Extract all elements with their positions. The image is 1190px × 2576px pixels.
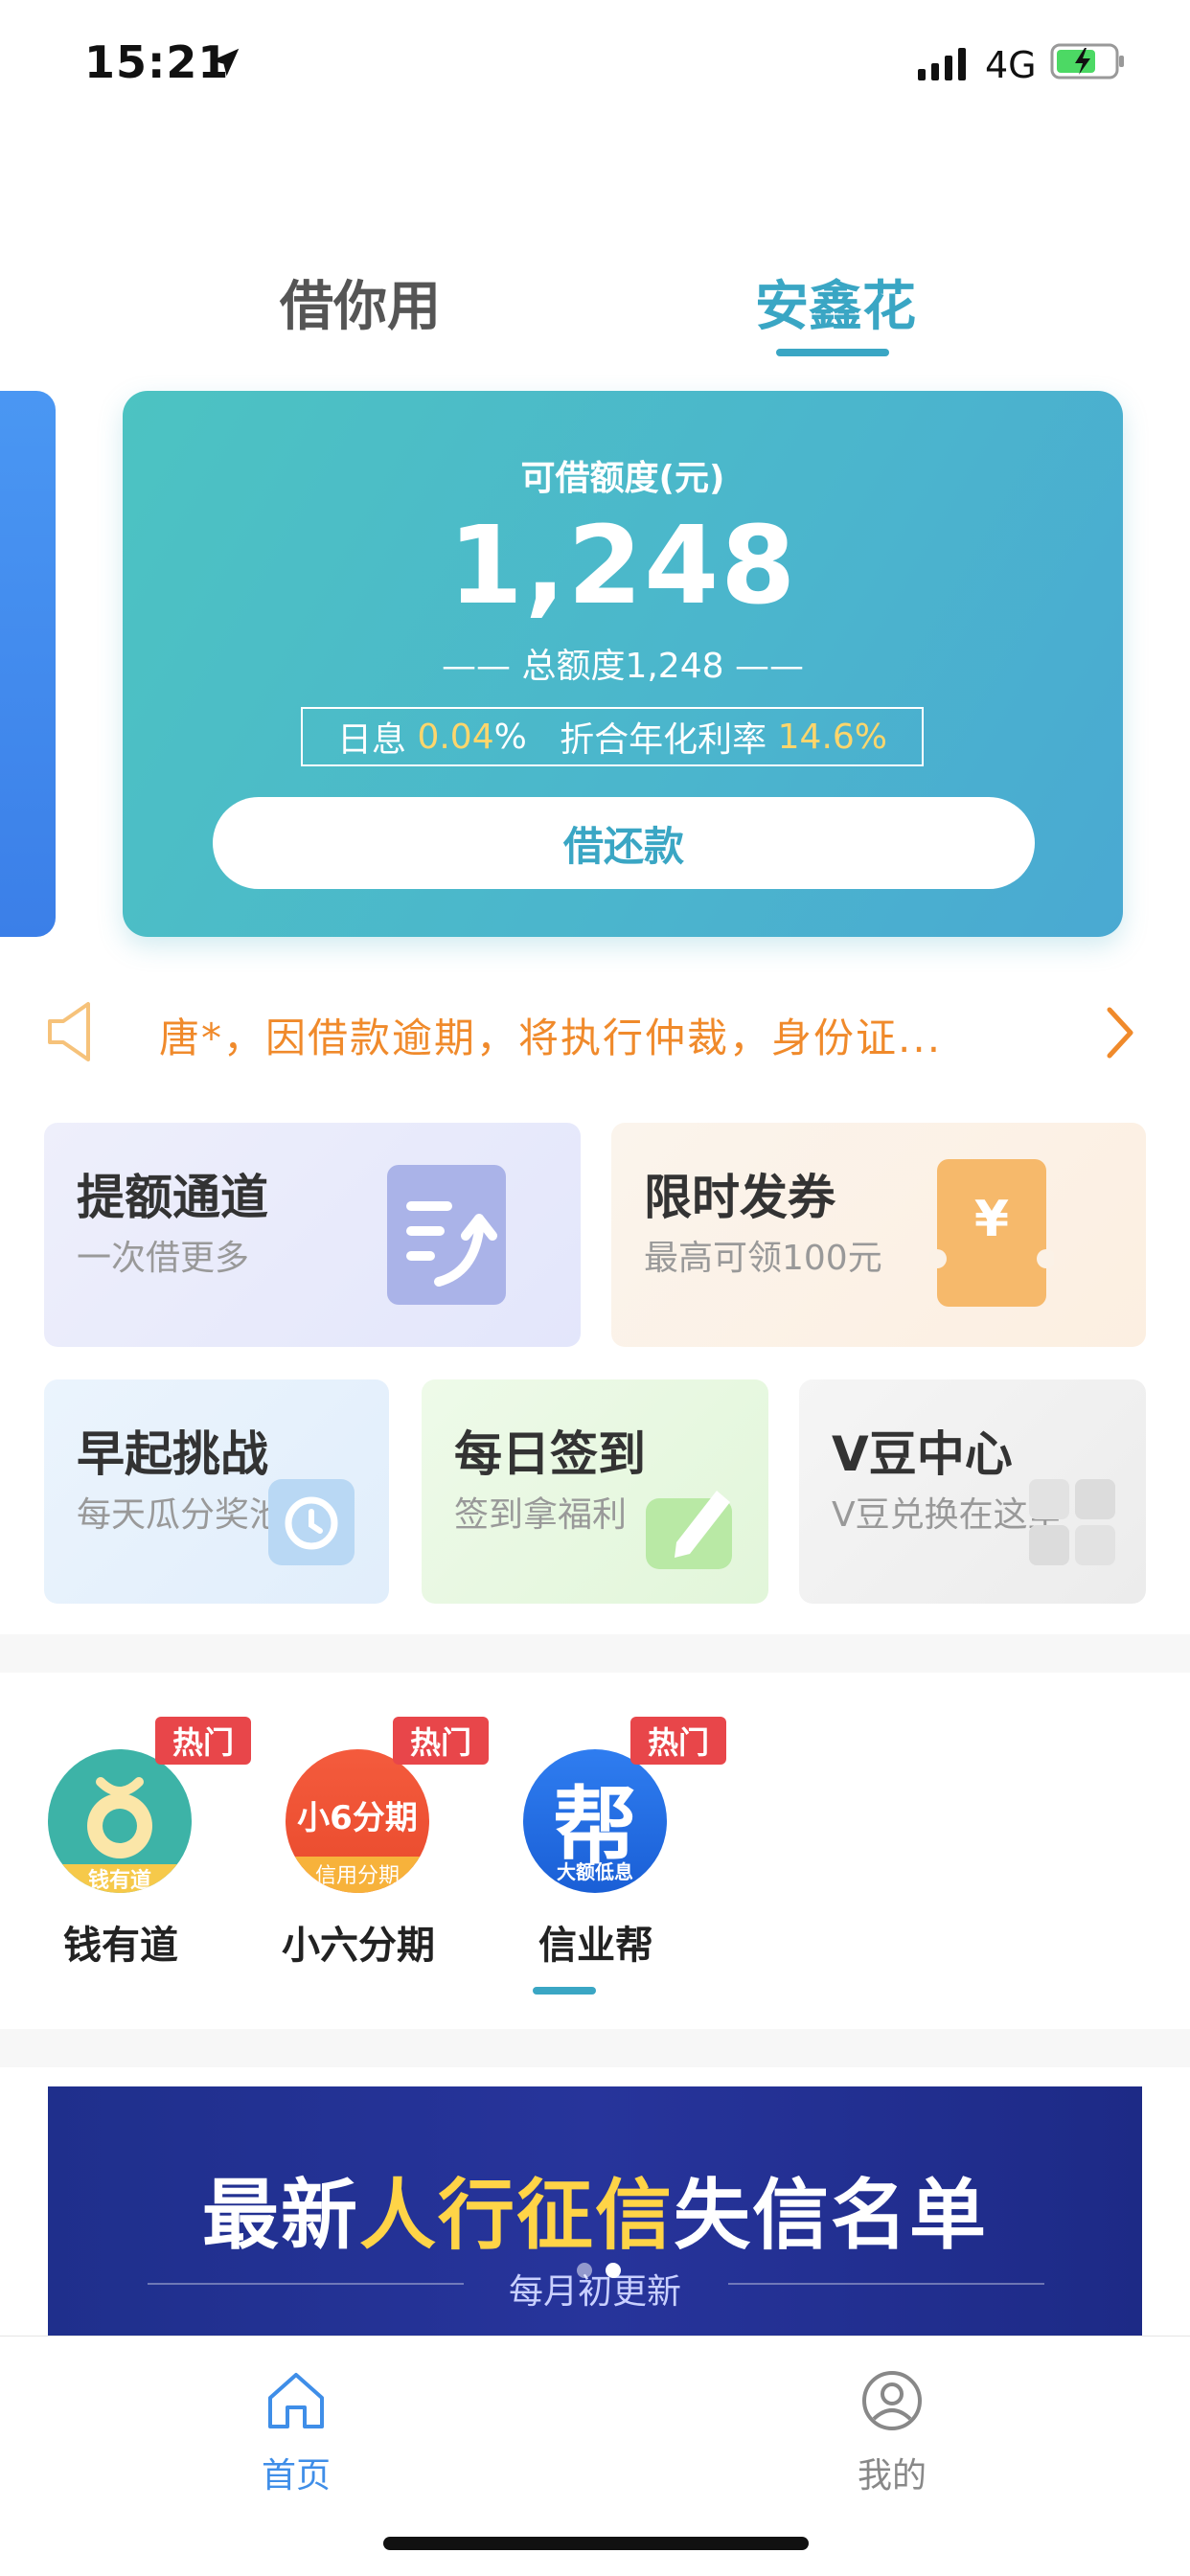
home-indicator[interactable] bbox=[383, 2537, 809, 2550]
tab-active-indicator bbox=[776, 349, 889, 356]
hot-badge: 热门 bbox=[393, 1717, 489, 1765]
available-limit-label: 可借额度(元) bbox=[520, 459, 725, 498]
feature-subtitle: 每天瓜分奖池 bbox=[77, 1495, 285, 1535]
banner-title: 最新人行征信失信名单 bbox=[48, 2154, 1142, 2265]
tab-borrow[interactable]: 借你用 bbox=[280, 263, 441, 341]
battery-icon bbox=[1050, 43, 1124, 80]
feature-title: 每日签到 bbox=[454, 1426, 646, 1482]
app-icon-subtext: 大额低息 bbox=[557, 1860, 633, 1883]
profile-icon bbox=[862, 2371, 922, 2430]
feature-daily-signin[interactable]: 每日签到 签到拿福利 bbox=[422, 1379, 768, 1604]
banner-title-highlight: 人行征信 bbox=[359, 2171, 674, 2260]
carousel-dot-active[interactable] bbox=[606, 2263, 621, 2278]
annual-rate-label: 折合年化利率 bbox=[560, 720, 767, 760]
feature-title: 提额通道 bbox=[77, 1170, 268, 1225]
qianyoudao-app-icon: 钱有道 bbox=[48, 1749, 192, 1893]
daily-rate-label: 日息 bbox=[336, 720, 406, 760]
feature-title: 限时发券 bbox=[644, 1170, 835, 1225]
app-icon-subtext: 信用分期 bbox=[314, 1864, 400, 1888]
annual-rate-value: 14.6% bbox=[777, 717, 888, 757]
hot-badge: 热门 bbox=[155, 1717, 251, 1765]
app-icon-text: 小6分期 bbox=[297, 1799, 418, 1837]
feature-vbean-center[interactable]: V豆中心 V豆兑换在这里 bbox=[799, 1379, 1146, 1604]
feature-subtitle: 一次借更多 bbox=[77, 1239, 250, 1278]
nav-home[interactable]: 首页 bbox=[224, 2358, 368, 2496]
banner-title-prefix: 最新 bbox=[202, 2171, 359, 2260]
grid-box-icon bbox=[1029, 1479, 1115, 1565]
coupon-ticket-icon: ¥ bbox=[929, 1159, 1054, 1307]
feature-subtitle: 签到拿福利 bbox=[454, 1495, 628, 1535]
promo-banner[interactable]: 最新人行征信失信名单 每月初更新 bbox=[48, 2086, 1142, 2336]
apps-scroll-indicator bbox=[533, 1987, 596, 1995]
daily-rate-value: 0.04 bbox=[417, 717, 494, 757]
hot-badge: 热门 bbox=[630, 1717, 726, 1765]
pencil-icon bbox=[646, 1491, 732, 1569]
banner-subtitle: 每月初更新 bbox=[508, 2272, 681, 2312]
app-name: 信业帮 bbox=[538, 1924, 653, 1968]
app-name: 小六分期 bbox=[282, 1924, 435, 1968]
app-name: 钱有道 bbox=[63, 1924, 178, 1968]
alarm-clock-icon bbox=[268, 1479, 355, 1565]
tab-anxinhua[interactable]: 安鑫花 bbox=[755, 263, 916, 341]
borrow-repay-button[interactable]: 借还款 bbox=[213, 797, 1035, 889]
location-arrow-icon bbox=[211, 48, 240, 77]
carousel-dot[interactable] bbox=[577, 2263, 592, 2278]
banner-title-suffix: 失信名单 bbox=[674, 2171, 988, 2260]
nav-profile[interactable]: 我的 bbox=[820, 2358, 964, 2496]
feature-early-challenge[interactable]: 早起挑战 每天瓜分奖池 bbox=[44, 1379, 389, 1604]
section-divider bbox=[0, 1634, 1190, 1673]
feature-title: 早起挑战 bbox=[77, 1426, 268, 1482]
daily-rate-unit: % bbox=[493, 717, 527, 757]
document-arrow-icon bbox=[387, 1165, 506, 1305]
xinyebang-app-icon: 帮 大额低息 bbox=[523, 1749, 667, 1893]
home-icon bbox=[268, 2373, 324, 2428]
signal-icon bbox=[918, 48, 966, 80]
app-icon-text: 钱有道 bbox=[87, 1869, 151, 1893]
nav-profile-label: 我的 bbox=[857, 2456, 927, 2496]
chevron-right-icon[interactable] bbox=[1104, 1004, 1136, 1061]
interest-rate-box: 日息 0.04% 折合年化利率 14.6% bbox=[301, 707, 924, 766]
total-limit-text: —— 总额度1,248 —— bbox=[442, 647, 804, 686]
feature-coupon[interactable]: 限时发券 最高可领100元 ¥ bbox=[611, 1123, 1146, 1347]
credit-limit-card: 可借额度(元) 1,248 —— 总额度1,248 —— 日息 0.04% 折合… bbox=[123, 391, 1123, 937]
feature-title: V豆中心 bbox=[832, 1426, 1013, 1482]
network-type: 4G bbox=[985, 44, 1037, 86]
nav-home-label: 首页 bbox=[261, 2456, 331, 2496]
feature-raise-limit[interactable]: 提额通道 一次借更多 bbox=[44, 1123, 581, 1347]
notice-text[interactable]: 唐*，因借款逾期，将执行仲裁，身份证... bbox=[159, 1006, 942, 1064]
section-divider bbox=[0, 2029, 1190, 2067]
coupon-yen-glyph: ¥ bbox=[974, 1191, 1009, 1248]
available-limit-value: 1,248 bbox=[447, 504, 798, 628]
feature-subtitle: 最高可领100元 bbox=[644, 1239, 882, 1278]
previous-card-peek[interactable] bbox=[0, 391, 56, 937]
speaker-icon bbox=[48, 1002, 90, 1061]
xiaoliufenqi-app-icon: 小6分期 信用分期 bbox=[286, 1749, 429, 1893]
